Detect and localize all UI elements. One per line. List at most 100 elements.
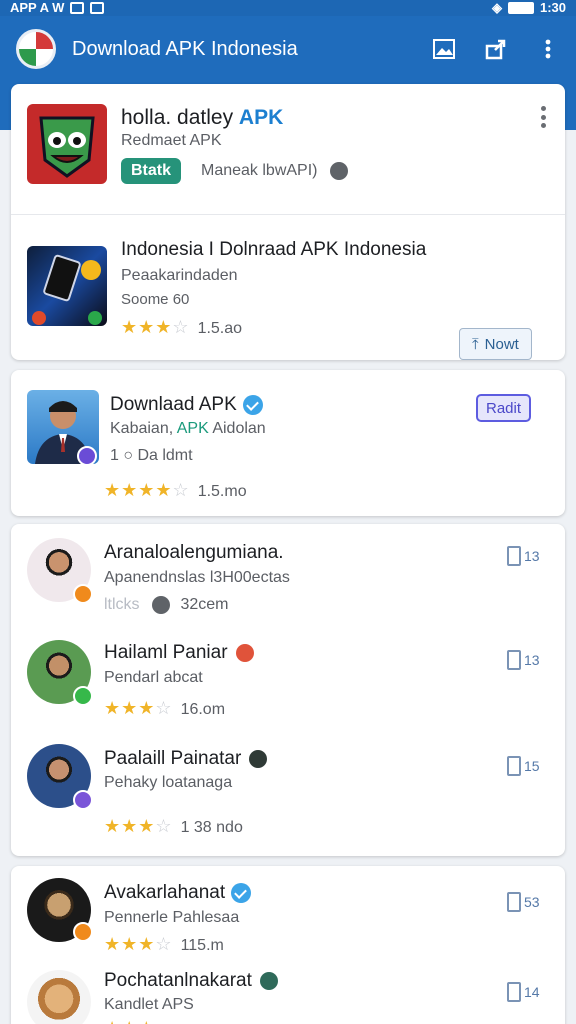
status-left-text: APP A W <box>10 0 65 15</box>
app-title: Pochatanlnakarat <box>104 970 278 992</box>
status-badge <box>73 790 93 810</box>
size-indicator: 13 <box>507 546 540 566</box>
avatar[interactable] <box>27 970 91 1024</box>
list-item[interactable]: Hailaml Paniar Pendarl abcat ★★★☆ 16.om 1… <box>11 624 565 734</box>
app-title: Paalaill Painatar <box>104 748 268 770</box>
read-button[interactable]: Radit <box>476 394 532 422</box>
app-subtitle: Pendarl abcat <box>104 669 203 686</box>
stars-empty: ☆ <box>172 480 190 500</box>
featured-chip[interactable]: Btatk <box>121 158 182 184</box>
size-indicator: 14 <box>507 982 540 1002</box>
phone-size-icon <box>507 650 521 670</box>
rating-stars: ★★★★☆ 1.5.mo <box>104 480 247 501</box>
featured-subtitle: Redmaet APK <box>121 132 222 149</box>
emoji-icon <box>249 749 268 768</box>
stars-filled: ★★★ <box>121 317 173 337</box>
install-button[interactable]: ⤒ Nowt <box>459 328 532 360</box>
status-bar: APP A W ◈ 1:30 <box>0 0 576 16</box>
rating-text: ltlcks <box>104 596 140 614</box>
list-item[interactable]: Aranaloalengumiana. Apanendnslas l3H00ec… <box>11 524 565 624</box>
rating-stars: ★★★☆ 1.5.ao <box>121 317 242 338</box>
image-icon[interactable] <box>432 37 456 61</box>
more-icon[interactable] <box>536 37 560 61</box>
app-card[interactable]: Downlaad APK Kabaian, APK Aidolan 1 ○ Da… <box>11 370 565 516</box>
globe-icon <box>329 162 348 180</box>
emoji-icon <box>259 971 278 990</box>
size-value: 53 <box>524 894 540 910</box>
size-indicator: 53 <box>507 892 540 912</box>
phone-size-icon <box>507 546 521 566</box>
featured-meta: Maneak lbwAPI) <box>201 162 348 180</box>
stars-empty: ☆ <box>155 934 173 954</box>
app-title: Downlaad APK <box>110 394 263 416</box>
app-list-card: Avakarlahanat Pennerle Pahlesaa ★★★☆ 115.… <box>11 866 565 1024</box>
list-item[interactable]: Indonesia I Dolnraad APK Indonesia Peaak… <box>11 215 565 360</box>
subtitle-prefix: Kabaian, <box>110 420 177 437</box>
status-badge <box>73 686 93 706</box>
emoji-icon <box>235 643 254 662</box>
app-subtitle: Pennerle Pahlesaa <box>104 909 240 926</box>
globe-icon <box>152 596 171 614</box>
app-subtitle: Peaakarindaden <box>121 267 238 284</box>
notification-icon-2 <box>90 2 105 14</box>
app-size: 1 38 ndo <box>180 819 243 836</box>
app-title: Aranaloalengumiana. <box>104 542 284 563</box>
notification-icon <box>70 2 85 14</box>
rating-stars: ★★★☆ 16.om <box>104 698 225 719</box>
app-subtitle: Pehaky loatanaga <box>104 774 233 791</box>
clock: 1:30 <box>539 0 566 15</box>
app-title-text: Hailaml Paniar <box>104 642 228 663</box>
size-value: 13 <box>524 652 540 668</box>
verified-icon <box>242 394 263 415</box>
status-badge <box>73 922 93 942</box>
rating-stars: ★★★☆ 1 38 ndo <box>104 816 243 837</box>
rating-stars: ★★★☆ 115.m <box>104 934 224 955</box>
stars-filled: ★★★★ <box>104 480 173 500</box>
size-value: 15 <box>524 758 540 774</box>
list-item[interactable]: Paalaill Painatar Pehaky loatanaga ★★★☆ 1… <box>11 734 565 856</box>
app-size: 16.om <box>180 701 226 718</box>
battery-icon <box>507 2 534 14</box>
list-item[interactable]: holla. datley APK Redmaet APK Btatk Mane… <box>11 84 565 214</box>
status-badge <box>73 584 93 604</box>
app-size: 1.5.ao <box>197 320 243 337</box>
size-indicator: 15 <box>507 756 540 776</box>
size-value: 14 <box>524 984 540 1000</box>
app-title-text: Paalaill Painatar <box>104 748 242 769</box>
app-subtitle: Kabaian, APK Aidolan <box>110 420 266 438</box>
list-item[interactable]: Avakarlahanat Pennerle Pahlesaa ★★★☆ 115.… <box>11 866 565 958</box>
app-icon-card[interactable] <box>27 246 107 326</box>
stars-empty: ☆ <box>155 816 173 836</box>
stars-empty: ☆ <box>172 317 190 337</box>
more-icon[interactable] <box>541 106 547 128</box>
rating-stars: ★★★ <box>104 1018 155 1024</box>
app-title-text: Pochatanlnakarat <box>104 970 252 991</box>
app-meta: ltlcks 32cem <box>104 596 229 614</box>
app-logo[interactable] <box>16 29 56 69</box>
download-icon: ⤒ <box>472 335 479 353</box>
app-title: Download APK Indonesia <box>72 37 298 60</box>
app-subtitle: Kandlet APS <box>104 996 194 1013</box>
app-size: 115.m <box>180 937 224 954</box>
app-meta: Soome 60 <box>121 291 190 308</box>
app-title: Hailaml Paniar <box>104 642 254 664</box>
phone-size-icon <box>507 756 521 776</box>
featured-meta-text: Maneak lbwAPI) <box>201 162 318 180</box>
phone-size-icon <box>507 982 521 1002</box>
verified-badge <box>77 446 97 466</box>
app-subtitle: Apanendnslas l3H00ectas <box>104 569 290 586</box>
featured-title-accent: APK <box>238 106 284 129</box>
app-title: Indonesia I Dolnraad APK Indonesia <box>121 239 427 260</box>
share-icon[interactable] <box>484 37 508 61</box>
size-indicator: 13 <box>507 650 540 670</box>
stars-filled: ★★★ <box>104 1018 155 1024</box>
app-bar: Download APK Indonesia <box>0 16 576 82</box>
meta-value: 32cem <box>180 596 229 614</box>
stars-filled: ★★★ <box>104 934 156 954</box>
featured-title: holla. datley APK <box>121 106 283 130</box>
list-item[interactable]: Pochatanlnakarat Kandlet APS ★★★ 14 <box>11 958 565 1024</box>
subtitle-suffix: Aidolan <box>208 420 266 437</box>
subtitle-accent: APK <box>176 420 209 437</box>
app-icon-monster[interactable] <box>27 104 107 184</box>
app-meta: 1 ○ Da ldmt <box>110 447 193 464</box>
